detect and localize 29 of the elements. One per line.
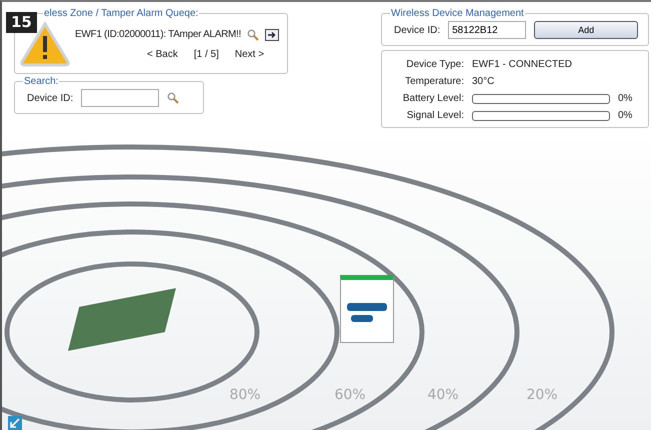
field-label: Device ID: [27,92,74,104]
corner-arrow-icon[interactable] [8,416,22,430]
detail-label: Device Type: [405,59,464,70]
level-reading: 0% [618,110,632,121]
ring-label: 80% [229,387,261,403]
export-icon[interactable] [264,28,279,40]
detail-value: 30°C [472,76,494,87]
detail-label: Temperature: [404,76,464,87]
device-id-field[interactable] [81,89,160,107]
page-indicator: [1 / 5] [194,48,219,60]
level-reading: 0% [618,93,632,104]
ring-label: 20% [526,387,558,403]
back-link[interactable]: < Back [147,48,178,60]
detail-label: Signal Level: [406,110,464,121]
device-id-field[interactable]: 58122B12 [448,21,526,39]
figure-number-badge: 15 [6,12,37,33]
search-icon[interactable] [167,92,180,104]
group-title: Wireless Device Management [390,8,525,19]
add-button[interactable]: Add [534,21,638,39]
ring-label: 60% [334,387,366,403]
group-title: eless Zone / Tamper Alarm Queqe: [43,8,200,19]
next-link[interactable]: Next > [234,48,264,60]
detail-value: EWF1 - CONNECTED [472,59,572,70]
alarm-message: EWF1 (ID:02000011): TAmper ALARM!! [75,29,241,40]
group-title: Search: [23,76,60,87]
ring-label: 40% [427,387,459,403]
detail-label: Battery Level: [402,93,464,104]
field-label: Device ID: [394,24,440,36]
search-icon[interactable] [246,28,259,40]
